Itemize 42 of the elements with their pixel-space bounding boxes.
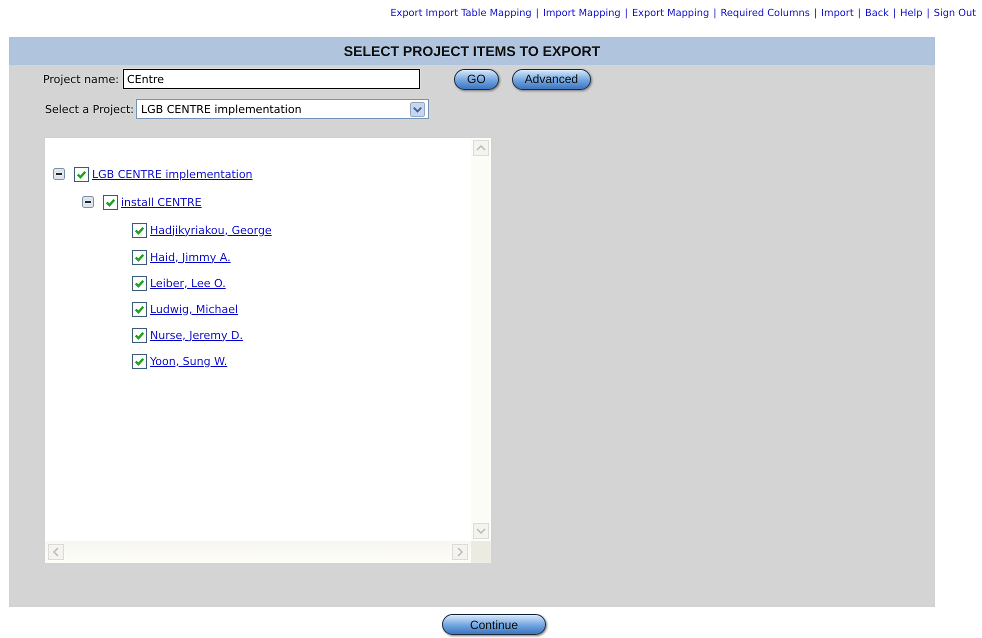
action-button[interactable]: Advanced xyxy=(512,68,592,90)
field-label: Project name: xyxy=(42,72,119,86)
project-dropdown[interactable]: LGB CENTRE implementation xyxy=(136,99,430,119)
nav-link[interactable]: Sign Out xyxy=(934,8,976,21)
checkbox[interactable] xyxy=(103,194,118,210)
tree-item-link[interactable]: Ludwig, Michael xyxy=(150,302,238,316)
checkbox[interactable] xyxy=(132,354,147,368)
tree-item-link[interactable]: Hadjikyriakou, George xyxy=(150,224,272,236)
panel-header: SELECT PROJECT ITEMS TO EXPORT xyxy=(9,37,935,65)
continue-button[interactable]: Continue xyxy=(442,614,546,635)
nav-link[interactable]: Required Columns xyxy=(720,8,810,21)
nav-link[interactable]: Back xyxy=(864,8,889,21)
checkbox[interactable] xyxy=(132,302,147,316)
separator: | xyxy=(892,8,896,21)
checkbox[interactable] xyxy=(132,250,147,264)
field-label: Select a Project: xyxy=(45,102,134,116)
checkbox[interactable] xyxy=(132,328,147,342)
separator: | xyxy=(713,8,716,21)
checkbox[interactable] xyxy=(74,166,89,182)
checkbox[interactable] xyxy=(132,222,147,238)
tree-item-link[interactable]: Leiber, Lee O. xyxy=(150,276,226,290)
tree-item-link[interactable]: LGB CENTRE implementation xyxy=(92,168,253,180)
tree-item-link[interactable]: Yoon, Sung W. xyxy=(150,354,228,368)
separator: | xyxy=(858,8,861,21)
nav-link[interactable]: Export Import Table Mapping xyxy=(390,8,532,21)
tree-item-link[interactable]: Haid, Jimmy A. xyxy=(150,250,231,264)
nav-link[interactable]: Export Mapping xyxy=(632,8,710,21)
separator: | xyxy=(926,8,930,21)
nav-link[interactable]: Import xyxy=(821,8,854,21)
project-name-field[interactable]: CEntre xyxy=(123,69,420,89)
tree-item-link[interactable]: install CENTRE xyxy=(121,196,202,208)
separator: | xyxy=(624,8,628,21)
checkbox[interactable] xyxy=(132,276,147,290)
separator: | xyxy=(536,8,539,21)
tree-item-link[interactable]: Nurse, Jeremy D. xyxy=(150,328,243,342)
nav-link[interactable]: Import Mapping xyxy=(542,8,621,21)
action-button[interactable]: GO xyxy=(454,68,499,90)
collapse-icon[interactable] xyxy=(82,196,94,208)
nav-link[interactable]: Help xyxy=(900,8,922,21)
scrollbar-corner xyxy=(471,541,491,563)
separator: | xyxy=(814,8,818,21)
collapse-icon[interactable] xyxy=(53,168,65,180)
